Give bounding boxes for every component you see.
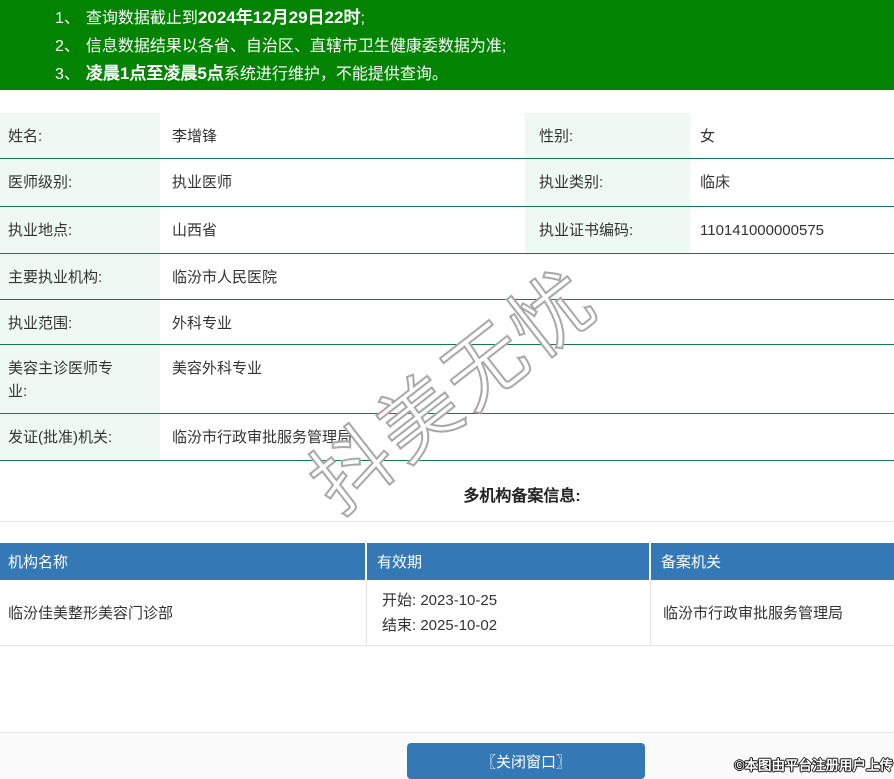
filing-section-heading: 多机构备案信息: bbox=[0, 482, 894, 522]
field-value-issuing-authority: 临汾市行政审批服务管理局 bbox=[172, 429, 353, 446]
filing-org-name: 临汾佳美整形美容门诊部 bbox=[0, 580, 367, 645]
table-row: 姓名: 李增锋 性别: 女 bbox=[0, 113, 894, 159]
notice-number: 1、 bbox=[55, 10, 80, 27]
notice-text: ; bbox=[360, 10, 365, 27]
field-value-practice-scope: 外科专业 bbox=[172, 315, 233, 332]
field-value-cosmetic-specialty: 美容外科专业 bbox=[172, 360, 263, 377]
field-label-cosmetic-specialty: 美容主诊医师专业: bbox=[0, 345, 160, 413]
filing-table-row: 临汾佳美整形美容门诊部 开始: 2023-10-25 结束: 2025-10-0… bbox=[0, 580, 894, 646]
field-value-name: 李增锋 bbox=[172, 128, 218, 145]
validity-start-label: 开始: bbox=[382, 591, 417, 609]
field-value-gender: 女 bbox=[700, 128, 716, 145]
table-row: 美容主诊医师专业: 美容外科专业 bbox=[0, 345, 894, 414]
notice-banner: 1、 查询数据截止到2024年12月29日22时; 2、 信息数据结果以各省、自治区… bbox=[0, 0, 894, 90]
column-header-filing-authority: 备案机关 bbox=[661, 554, 722, 571]
notice-line-1: 1、 查询数据截止到2024年12月29日22时; bbox=[55, 4, 894, 32]
field-value-practice-location: 山西省 bbox=[172, 222, 218, 239]
notice-text: 查询数据截止到 bbox=[85, 10, 198, 27]
field-label-issuing-authority: 发证(批准)机关: bbox=[0, 414, 160, 460]
field-value-practice-category: 临床 bbox=[700, 174, 731, 191]
filing-validity: 开始: 2023-10-25 结束: 2025-10-02 bbox=[367, 580, 651, 645]
field-value-certificate-number: 110141000000575 bbox=[700, 222, 825, 239]
notice-bold-text: 2024年12月29日22时 bbox=[197, 8, 361, 27]
table-row: 执业地点: 山西省 执业证书编码: 110141000000575 bbox=[0, 207, 894, 254]
notice-text: 信息数据结果以各省、自治区、直辖市卫生健康委数据为准; bbox=[85, 38, 507, 55]
validity-start-date: 2023-10-25 bbox=[420, 591, 498, 609]
field-label-practice-location: 执业地点: bbox=[0, 207, 160, 253]
field-value-main-institution: 临汾市人民医院 bbox=[172, 269, 278, 286]
notice-bold-text: 凌晨1点至凌晨5点 bbox=[85, 64, 224, 83]
table-row: 主要执业机构: 临汾市人民医院 bbox=[0, 254, 894, 300]
validity-start: 开始: 2023-10-25 bbox=[382, 588, 650, 613]
copyright-watermark-text: ©本图由平台注册用户上传 bbox=[734, 757, 894, 773]
filing-authority: 临汾市行政审批服务管理局 bbox=[663, 605, 844, 622]
field-value-doctor-level: 执业医师 bbox=[172, 174, 233, 191]
notice-number: 2、 bbox=[55, 38, 80, 55]
notice-line-2: 2、 信息数据结果以各省、自治区、直辖市卫生健康委数据为准; bbox=[55, 32, 894, 60]
validity-end-date: 2025-10-02 bbox=[420, 616, 498, 634]
validity-end-label: 结束: bbox=[382, 616, 417, 634]
field-label-main-institution: 主要执业机构: bbox=[0, 254, 160, 299]
field-label-doctor-level: 医师级别: bbox=[0, 159, 160, 206]
doctor-info-table: 姓名: 李增锋 性别: 女 医师级别: 执业医师 执业类别: 临床 执业地点: … bbox=[0, 113, 894, 461]
field-label-name: 姓名: bbox=[0, 113, 160, 158]
notice-line-3: 3、 凌晨1点至凌晨5点系统进行维护，不能提供查询。 bbox=[55, 60, 894, 88]
column-header-org-name: 机构名称 bbox=[0, 543, 367, 580]
column-header-validity: 有效期 bbox=[367, 543, 651, 580]
table-row: 医师级别: 执业医师 执业类别: 临床 bbox=[0, 159, 894, 207]
field-label-practice-category: 执业类别: bbox=[525, 159, 690, 206]
filing-table-header: 机构名称 有效期 备案机关 bbox=[0, 543, 894, 580]
field-label-gender: 性别: bbox=[525, 113, 690, 158]
notice-text: 系统进行维护，不能提供查询。 bbox=[223, 66, 448, 83]
table-row: 执业范围: 外科专业 bbox=[0, 300, 894, 345]
filing-table: 机构名称 有效期 备案机关 临汾佳美整形美容门诊部 开始: 2023-10-25… bbox=[0, 543, 894, 646]
table-row: 发证(批准)机关: 临汾市行政审批服务管理局 bbox=[0, 414, 894, 461]
field-label-certificate-number: 执业证书编码: bbox=[525, 207, 690, 253]
notice-number: 3、 bbox=[55, 66, 80, 83]
field-label-practice-scope: 执业范围: bbox=[0, 300, 160, 344]
close-window-button[interactable]: 〖关闭窗口〗 bbox=[407, 743, 645, 779]
validity-end: 结束: 2025-10-02 bbox=[382, 613, 650, 638]
